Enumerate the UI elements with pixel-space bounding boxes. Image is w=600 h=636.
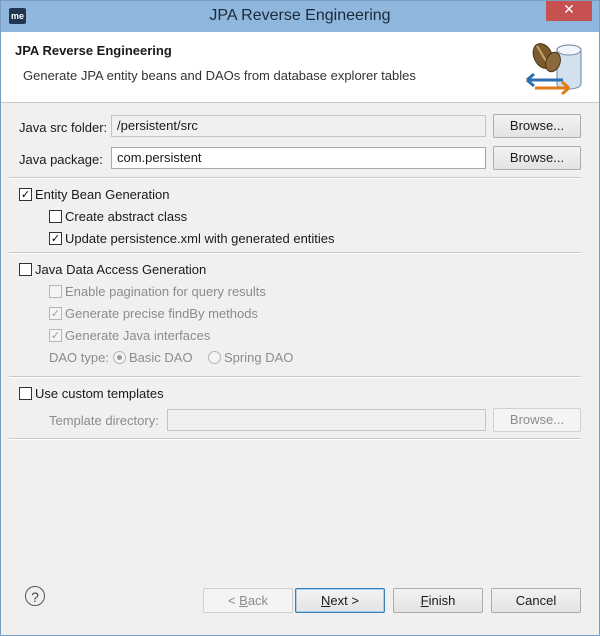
separator — [9, 438, 581, 440]
basic-dao-label: Basic DAO — [129, 350, 193, 365]
precise-findby-checkbox[interactable]: ✓ — [49, 307, 62, 320]
custom-templates-label: Use custom templates — [35, 386, 164, 401]
spring-dao-radio[interactable] — [208, 351, 221, 364]
help-icon[interactable]: ? — [25, 586, 45, 606]
back-rest: ack — [247, 593, 269, 608]
abstract-class-checkbox[interactable] — [49, 210, 62, 223]
update-persistence-label: Update persistence.xml with generated en… — [65, 231, 335, 246]
custom-templates-checkbox[interactable] — [19, 387, 32, 400]
separator — [9, 376, 581, 378]
finish-rest: inish — [428, 593, 456, 608]
separator — [9, 252, 581, 254]
template-directory-field[interactable] — [167, 409, 486, 431]
title-bar: me JPA Reverse Engineering ✕ — [1, 1, 599, 32]
back-mnemonic: B — [239, 593, 248, 608]
package-input[interactable]: com.persistent — [111, 147, 486, 169]
abstract-class-label: Create abstract class — [65, 209, 188, 224]
update-persistence-checkbox[interactable]: ✓ — [49, 232, 62, 245]
back-button[interactable]: < Back — [203, 588, 293, 613]
pagination-label: Enable pagination for query results — [65, 284, 266, 299]
wizard-footer: ? < Back Next > Finish Cancel — [1, 564, 599, 635]
entity-generation-checkbox[interactable]: ✓ — [19, 188, 32, 201]
java-interfaces-label: Generate Java interfaces — [65, 328, 211, 343]
entity-generation-label: Entity Bean Generation — [35, 187, 170, 202]
wizard-content: Java src folder: /persistent/src Browse.… — [1, 102, 599, 564]
next-rest: ext — [330, 593, 348, 608]
template-browse-button[interactable]: Browse... — [493, 408, 581, 432]
dao-type-label: DAO type: — [49, 350, 109, 365]
precise-findby-label: Generate precise findBy methods — [65, 306, 258, 321]
src-folder-label: Java src folder: — [19, 120, 108, 135]
package-label: Java package: — [19, 152, 103, 167]
back-prefix: < — [227, 593, 240, 608]
basic-dao-radio[interactable] — [113, 351, 126, 364]
wizard-window: me JPA Reverse Engineering ✕ JPA Reverse… — [0, 0, 600, 636]
close-button[interactable]: ✕ — [546, 1, 592, 21]
java-interfaces-checkbox[interactable]: ✓ — [49, 329, 62, 342]
dao-generation-label: Java Data Access Generation — [35, 262, 207, 277]
page-description: Generate JPA entity beans and DAOs from … — [23, 68, 416, 83]
src-folder-field[interactable]: /persistent/src — [111, 115, 486, 137]
package-browse-button[interactable]: Browse... — [493, 146, 581, 170]
page-title: JPA Reverse Engineering — [15, 43, 172, 58]
finish-mnemonic: F — [420, 593, 429, 608]
next-suffix: > — [347, 593, 359, 608]
pagination-checkbox[interactable] — [49, 285, 62, 298]
src-folder-browse-button[interactable]: Browse... — [493, 114, 581, 138]
finish-button[interactable]: Finish — [393, 588, 483, 613]
cancel-button[interactable]: Cancel — [491, 588, 581, 613]
separator — [9, 177, 581, 179]
template-directory-label: Template directory: — [49, 413, 159, 428]
window-title: JPA Reverse Engineering — [209, 7, 391, 24]
dao-generation-checkbox[interactable] — [19, 263, 32, 276]
spring-dao-label: Spring DAO — [224, 350, 294, 365]
next-button[interactable]: Next > — [295, 588, 385, 613]
next-mnemonic: N — [321, 593, 331, 608]
wizard-header: JPA Reverse Engineering Generate JPA ent… — [1, 32, 599, 103]
beans-database-icon — [526, 43, 582, 96]
